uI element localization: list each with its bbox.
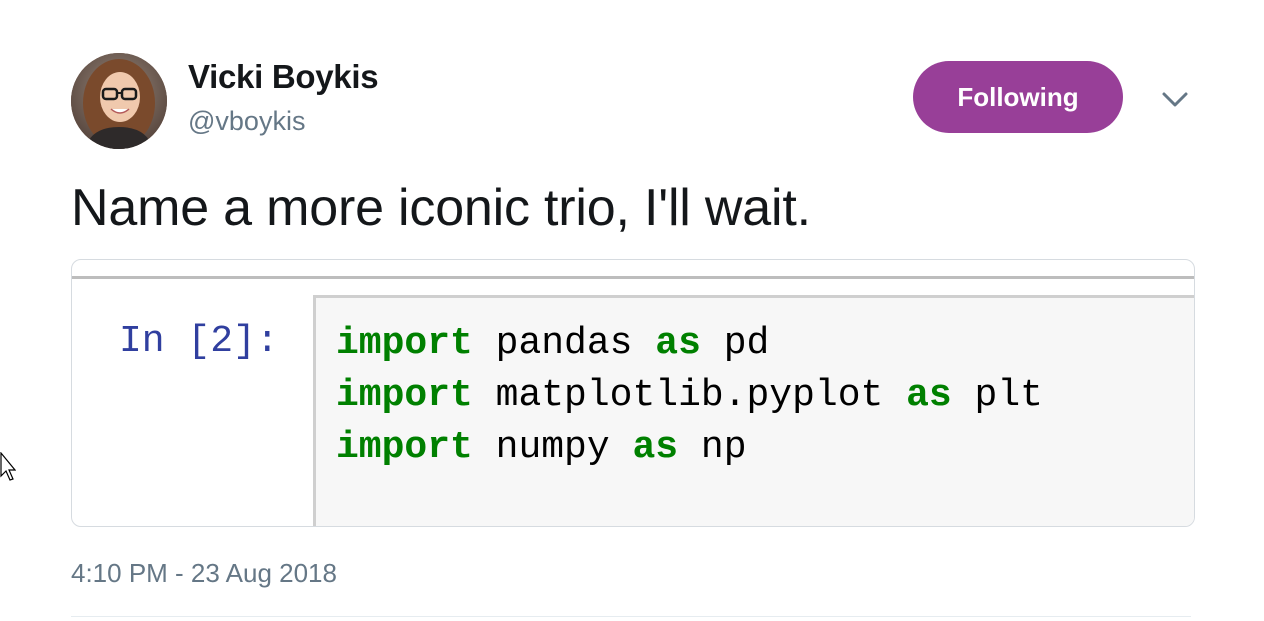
tweet-text: Name a more iconic trio, I'll wait.: [71, 179, 811, 237]
author-handle[interactable]: @vboykis: [188, 106, 305, 137]
tweet-card: Vicki Boykis @vboykis Following Name a m…: [0, 0, 1264, 621]
code-line: import pandas as pd: [336, 322, 770, 365]
code-line: import matplotlib.pyplot as plt: [336, 374, 1043, 417]
avatar-image: [71, 53, 167, 149]
avatar[interactable]: [71, 53, 167, 149]
tweet-media-image[interactable]: In [2]: import pandas as pd import matpl…: [71, 259, 1195, 527]
code-cell: import pandas as pd import matplotlib.py…: [313, 295, 1194, 526]
mouse-cursor-icon: [0, 452, 16, 481]
chevron-down-icon[interactable]: [1160, 86, 1190, 114]
tweet-timestamp[interactable]: 4:10 PM - 23 Aug 2018: [71, 558, 337, 589]
tweet-divider: [71, 616, 1191, 617]
notebook-prompt: In [2]:: [119, 320, 279, 363]
code-line: import numpy as np: [336, 426, 747, 469]
following-button[interactable]: Following: [913, 61, 1123, 133]
author-display-name[interactable]: Vicki Boykis: [188, 58, 379, 96]
media-divider: [72, 276, 1194, 279]
